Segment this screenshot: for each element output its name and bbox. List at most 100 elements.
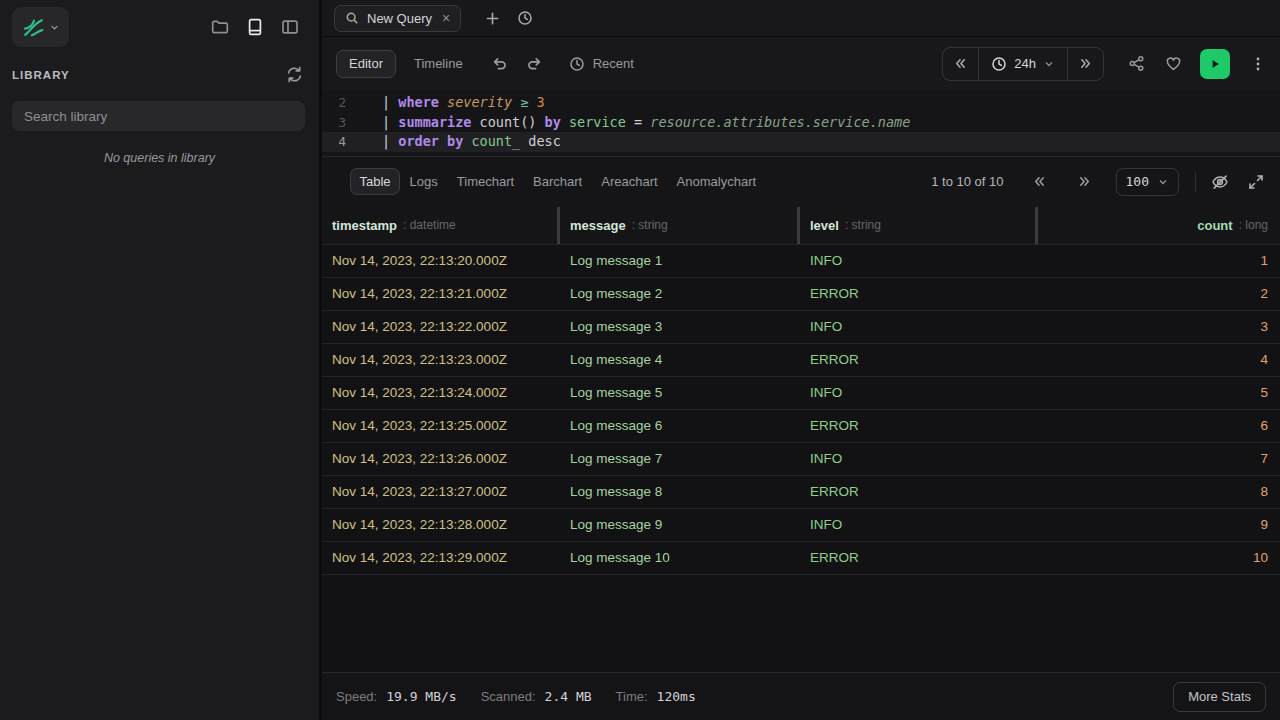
column-type: : long <box>1239 218 1268 232</box>
recent-label: Recent <box>593 56 634 71</box>
column-header-count[interactable]: count : long <box>1038 207 1280 244</box>
editor-tab-button[interactable]: Editor <box>336 50 396 78</box>
close-icon[interactable]: × <box>442 11 450 25</box>
cell-lvl: ERROR <box>800 550 1038 565</box>
table-row[interactable]: Nov 14, 2023, 22:13:25.000ZLog message 6… <box>322 410 1280 443</box>
clock-icon <box>991 56 1007 72</box>
time-range-button[interactable]: 24h <box>978 48 1068 80</box>
column-name: count <box>1197 218 1232 233</box>
cell-ts: Nov 14, 2023, 22:13:22.000Z <box>322 319 560 334</box>
toolbar-right: 24h <box>942 47 1266 81</box>
column-type: : string <box>632 218 668 232</box>
column-header-level[interactable]: level: string <box>800 207 1038 244</box>
page-size-value: 100 <box>1126 174 1149 189</box>
panel-left-icon[interactable] <box>281 18 299 36</box>
code-token: by <box>447 133 463 149</box>
table-row[interactable]: Nov 14, 2023, 22:13:21.000ZLog message 2… <box>322 278 1280 311</box>
undo-icon[interactable] <box>491 55 508 72</box>
time-back-button[interactable] <box>943 48 978 80</box>
code-token: severity <box>447 94 512 110</box>
table-row[interactable]: Nov 14, 2023, 22:13:29.000ZLog message 1… <box>322 542 1280 575</box>
results-tab-timechart[interactable]: Timechart <box>447 168 523 195</box>
refresh-icon[interactable] <box>286 66 303 83</box>
column-header-message[interactable]: message : string <box>560 207 800 244</box>
logo-icon <box>21 15 46 40</box>
table-row[interactable]: Nov 14, 2023, 22:13:28.000ZLog message 9… <box>322 509 1280 542</box>
share-icon[interactable] <box>1128 55 1145 72</box>
line-number: 2 <box>322 93 346 113</box>
page-size-dropdown[interactable]: 100 <box>1116 168 1179 196</box>
chevron-down-icon <box>1043 58 1055 70</box>
results-toolbar-right: 1 to 10 of 10 100 <box>931 168 1266 196</box>
results-tab-logs[interactable]: Logs <box>400 168 447 195</box>
sidebar: LIBRARY No queries in library <box>0 0 322 720</box>
heart-icon[interactable] <box>1165 55 1182 72</box>
code-text: | where severity ≥ 3 <box>382 93 545 113</box>
results-tab-anomalychart[interactable]: Anomalychart <box>667 168 765 195</box>
table-row[interactable]: Nov 14, 2023, 22:13:26.000ZLog message 7… <box>322 443 1280 476</box>
chevron-down-icon <box>1157 176 1169 188</box>
table-row[interactable]: Nov 14, 2023, 22:13:24.000ZLog message 5… <box>322 377 1280 410</box>
time-range-label: 24h <box>1014 56 1036 71</box>
library-icon[interactable] <box>246 18 264 36</box>
code-token: summarize <box>398 114 471 130</box>
new-tab-button[interactable] <box>485 11 500 26</box>
run-query-button[interactable] <box>1200 49 1230 79</box>
cell-lvl: INFO <box>800 385 1038 400</box>
column-name: message <box>570 218 626 233</box>
chevron-down-icon <box>49 22 60 33</box>
search-library-input[interactable] <box>12 101 305 131</box>
redo-icon[interactable] <box>526 55 543 72</box>
tab-bar: New Query × <box>322 0 1280 37</box>
hide-columns-icon[interactable] <box>1211 173 1229 191</box>
time-stat: Time: 120ms <box>616 689 696 704</box>
column-header-timestamp[interactable]: timestamp: datetime <box>322 207 560 244</box>
code-line: 3| summarize count() by service = resour… <box>322 113 1280 133</box>
time-value: 120ms <box>657 689 696 704</box>
table-row[interactable]: Nov 14, 2023, 22:13:22.000ZLog message 3… <box>322 311 1280 344</box>
results-panel: TableLogsTimechartBarchartAreachartAnoma… <box>322 156 1280 720</box>
timeline-tab-button[interactable]: Timeline <box>414 56 463 71</box>
workspace-switcher[interactable] <box>12 7 69 47</box>
recent-button[interactable]: Recent <box>569 56 634 72</box>
kebab-menu-icon[interactable] <box>1250 56 1266 72</box>
column-type: : string <box>845 218 881 232</box>
app: LIBRARY No queries in library New Query … <box>0 0 1280 720</box>
cell-cnt: 2 <box>1038 286 1280 301</box>
code-token <box>439 94 447 110</box>
main: New Query × Editor Timeline <box>322 0 1280 720</box>
results-tab-barchart[interactable]: Barchart <box>524 168 592 195</box>
cell-lvl: INFO <box>800 319 1038 334</box>
table-body: Nov 14, 2023, 22:13:20.000ZLog message 1… <box>322 245 1280 673</box>
history-icon[interactable] <box>517 10 533 26</box>
cell-ts: Nov 14, 2023, 22:13:29.000Z <box>322 550 560 565</box>
library-empty-text: No queries in library <box>0 151 319 165</box>
cell-msg: Log message 4 <box>560 352 800 367</box>
clock-icon <box>569 56 585 72</box>
code-line: 4| order by count_ desc <box>322 132 1280 152</box>
cell-cnt: 1 <box>1038 253 1280 268</box>
code-token: desc <box>520 133 561 149</box>
table-row[interactable]: Nov 14, 2023, 22:13:23.000ZLog message 4… <box>322 344 1280 377</box>
query-editor[interactable]: 2 | where severity ≥ 33| summarize count(… <box>322 90 1280 156</box>
cell-cnt: 4 <box>1038 352 1280 367</box>
results-tab-areachart[interactable]: Areachart <box>592 168 667 195</box>
tab-new-query[interactable]: New Query × <box>334 5 461 32</box>
time-label: Time: <box>616 689 648 704</box>
more-stats-button[interactable]: More Stats <box>1173 682 1266 712</box>
cell-ts: Nov 14, 2023, 22:13:23.000Z <box>322 352 560 367</box>
table-row[interactable]: Nov 14, 2023, 22:13:27.000ZLog message 8… <box>322 476 1280 509</box>
time-forward-button[interactable] <box>1068 48 1103 80</box>
time-range-group: 24h <box>942 47 1104 81</box>
sidebar-top <box>0 0 319 54</box>
cell-cnt: 5 <box>1038 385 1280 400</box>
code-token: | <box>382 114 398 130</box>
page-next-icon[interactable] <box>1077 174 1092 189</box>
expand-icon[interactable] <box>1248 174 1264 190</box>
results-tab-table[interactable]: Table <box>350 168 400 195</box>
folder-icon[interactable] <box>211 18 229 36</box>
code-token: 3 <box>537 94 545 110</box>
code-text: | order by count_ desc <box>382 132 561 152</box>
page-prev-icon[interactable] <box>1032 174 1047 189</box>
table-row[interactable]: Nov 14, 2023, 22:13:20.000ZLog message 1… <box>322 245 1280 278</box>
